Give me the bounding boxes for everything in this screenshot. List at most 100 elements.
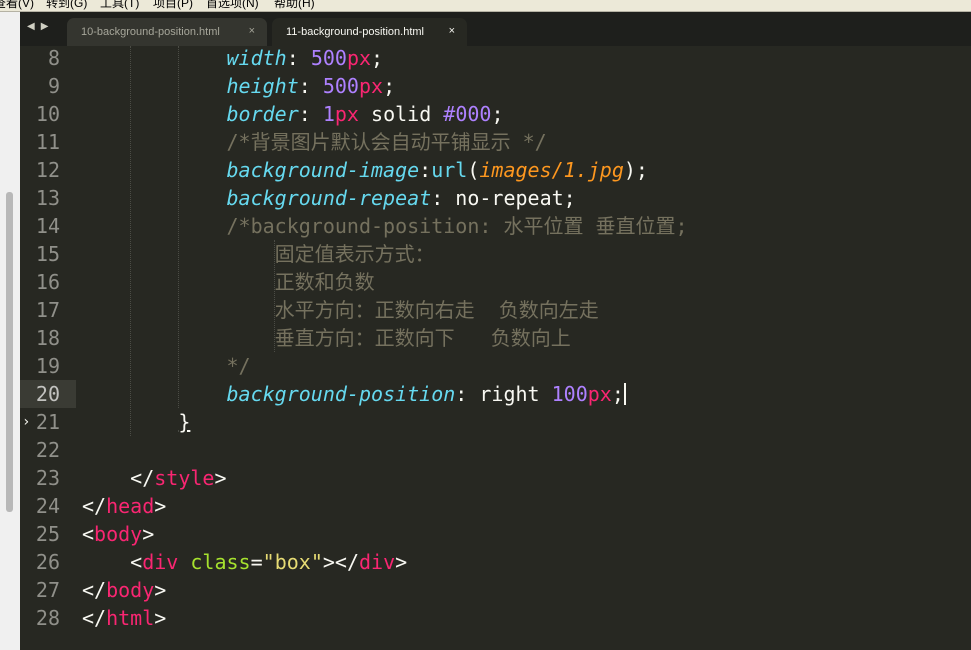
fold-arrow-icon[interactable]: ›: [22, 408, 30, 436]
line-number: 15: [35, 242, 60, 266]
line-number: 10: [35, 102, 60, 126]
line-number: 24: [35, 494, 60, 518]
code-line[interactable]: }: [82, 408, 190, 436]
code-token: 500: [322, 74, 359, 98]
text-caret: [623, 383, 626, 405]
code-line[interactable]: height: 500px;: [82, 72, 396, 100]
line-number: 22: [35, 438, 60, 462]
side-panel-edge: [0, 12, 21, 650]
code-token: px: [346, 46, 372, 70]
code-token: </: [82, 606, 107, 630]
code-line[interactable]: 固定值表示方式：: [82, 240, 435, 268]
tab-label: 11-background-position.html: [286, 26, 424, 38]
code-line[interactable]: 垂直方向：正数向下 负数向上: [82, 324, 571, 352]
code-token: =: [250, 550, 263, 574]
code-token: </: [82, 494, 107, 518]
code-token: "box": [262, 550, 323, 574]
code-line[interactable]: </body>: [82, 576, 166, 604]
tab-10-background-position[interactable]: 10-background-position.html ×: [67, 18, 267, 46]
code-token: :: [298, 74, 323, 98]
code-token: px: [334, 102, 359, 126]
code-line[interactable]: background-position: right 100px;: [82, 380, 626, 408]
side-panel-scrollbar[interactable]: [6, 192, 13, 512]
code-line[interactable]: border: 1px solid #000;: [82, 100, 504, 128]
code-line[interactable]: width: 500px;: [82, 44, 384, 72]
line-number: 25: [35, 522, 60, 546]
code-line[interactable]: </head>: [82, 492, 166, 520]
menu-goto[interactable]: 转到(G): [46, 0, 87, 11]
line-number: 20: [35, 382, 60, 406]
code-token: 固定值表示方式：: [274, 242, 435, 266]
code-line[interactable]: 水平方向：正数向右走 负数向左走: [82, 296, 599, 324]
code-token: ></: [322, 550, 359, 574]
line-number: 16: [35, 270, 60, 294]
code-line[interactable]: /*background-position: 水平位置 垂直位置;: [82, 212, 688, 240]
code-line[interactable]: background-repeat: no-repeat;: [82, 184, 576, 212]
code-token: : right: [455, 382, 552, 406]
code-line[interactable]: */: [82, 352, 251, 380]
line-number: 17: [35, 298, 60, 322]
code-token: 水平方向：正数向右走 负数向左走: [274, 298, 599, 322]
code-token: ;: [491, 102, 504, 126]
line-number: 28: [35, 606, 60, 630]
code-token: }: [178, 410, 191, 434]
forward-arrow-icon[interactable]: ▶: [41, 21, 55, 32]
line-number-gutter: 8 9 10 11 12 13 14 15 16 17 18 19 20 21 › 22 23 24 25 26 27 2…: [20, 46, 76, 650]
line-number: 19: [35, 354, 60, 378]
code-line[interactable]: <body>: [82, 520, 154, 548]
code-line[interactable]: <div class="box"></div>: [82, 548, 407, 576]
code-token: solid: [358, 102, 444, 126]
close-icon[interactable]: ×: [249, 25, 255, 37]
menu-preferences[interactable]: 首选项(N): [206, 0, 259, 11]
close-icon[interactable]: ×: [449, 25, 455, 37]
code-token: :: [419, 158, 432, 182]
code-line[interactable]: </style>: [82, 464, 227, 492]
menu-tools[interactable]: 工具(T): [100, 0, 139, 11]
code-token: : no-repeat;: [431, 186, 576, 210]
tab-11-background-position[interactable]: 11-background-position.html ×: [272, 18, 467, 46]
line-number: 23: [35, 466, 60, 490]
code-token: ;: [611, 382, 624, 406]
code-token: :: [298, 102, 323, 126]
code-token: px: [587, 382, 612, 406]
code-line[interactable]: background-image:url(images/1.jpg);: [82, 156, 648, 184]
code-token: ;: [383, 74, 396, 98]
code-token: head: [106, 494, 155, 518]
code-token: body: [94, 522, 143, 546]
line-number: 13: [35, 186, 60, 210]
code-token: border: [226, 102, 299, 126]
code-line[interactable]: /*背景图片默认会自动平铺显示 */: [82, 128, 547, 156]
code-token: <: [82, 550, 143, 574]
line-number: 14: [35, 214, 60, 238]
code-token: /*background-position: 水平位置 垂直位置;: [226, 214, 688, 238]
tab-label: 10-background-position.html: [81, 26, 220, 38]
menu-help[interactable]: 帮助(H): [274, 0, 315, 11]
back-arrow-icon[interactable]: ◀: [27, 21, 41, 32]
code-token: >: [154, 494, 167, 518]
code-token: :: [286, 46, 311, 70]
tab-nav-arrows[interactable]: ◀▶: [27, 21, 54, 32]
menu-project[interactable]: 项目(P): [153, 0, 193, 11]
code-token: style: [154, 466, 215, 490]
code-token: #000: [443, 102, 492, 126]
code-token: px: [358, 74, 384, 98]
code-token: background-repeat: [226, 186, 432, 210]
code-token: div: [359, 550, 396, 574]
code-token: (: [467, 158, 480, 182]
code-line[interactable]: 正数和负数: [82, 268, 375, 296]
menu-view[interactable]: 查看(V): [0, 0, 34, 11]
code-token: height: [226, 74, 299, 98]
code-token: 正数和负数: [274, 270, 375, 294]
indent-guide: [178, 46, 179, 408]
code-token: class: [190, 550, 251, 574]
code-line[interactable]: </html>: [82, 604, 166, 632]
code-token: </: [82, 466, 155, 490]
code-editor[interactable]: 8 9 10 11 12 13 14 15 16 17 18 19 20 21 › 22 23 24 25 26 27 2…: [20, 46, 971, 650]
code-token: images/1.jpg: [479, 158, 624, 182]
code-token: 500: [310, 46, 347, 70]
code-token: >: [214, 466, 227, 490]
